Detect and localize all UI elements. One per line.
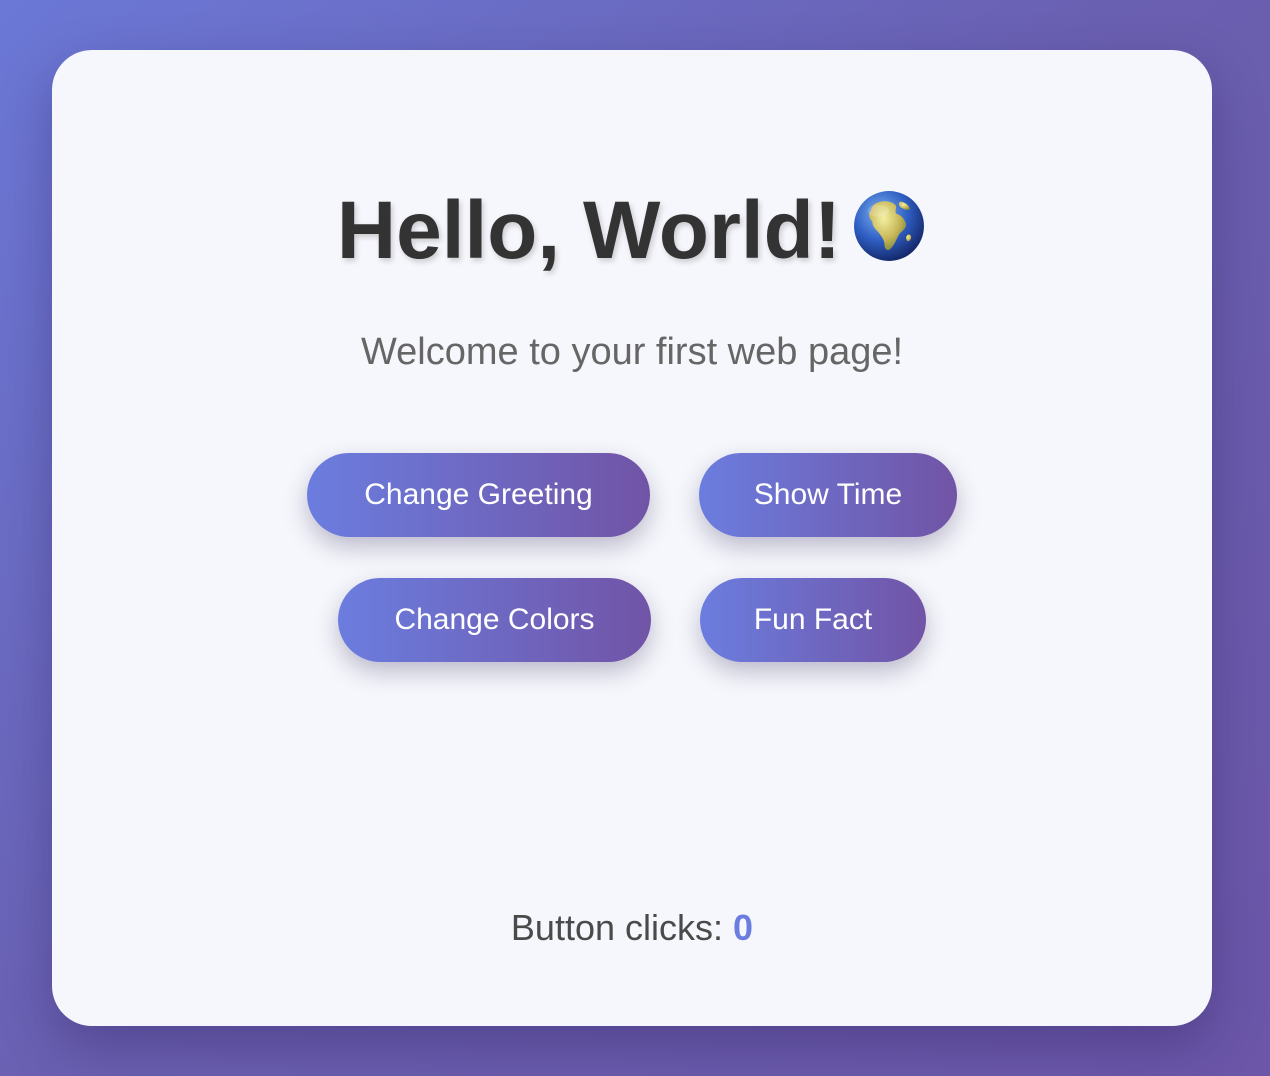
show-time-button[interactable]: Show Time [699,453,957,537]
change-colors-button[interactable]: Change Colors [338,578,651,662]
page-subtitle: Welcome to your first web page! [360,331,904,373]
title-text: Hello, World! [336,185,842,276]
globe-icon [854,191,925,261]
click-count-value: 0 [733,907,754,948]
click-counter: Button clicks: 0 [52,906,1212,949]
fun-fact-button[interactable]: Fun Fact [700,578,926,662]
page-title: Hello, World! [52,188,1212,272]
change-greeting-button[interactable]: Change Greeting [307,453,650,537]
main-card: Hello, World! Welcome to your first web … [52,50,1212,1026]
click-counter-label: Button clicks: [510,907,724,948]
